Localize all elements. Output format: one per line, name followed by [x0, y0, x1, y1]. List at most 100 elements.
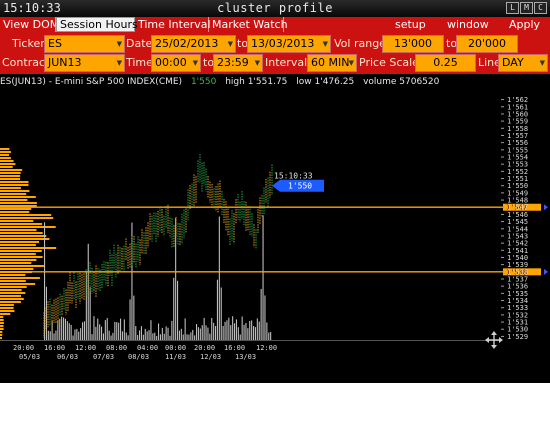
profile-bar	[0, 169, 23, 171]
profile-bar	[0, 196, 36, 198]
profile-bar	[0, 334, 3, 336]
profile-bar	[0, 226, 56, 228]
time-from-select[interactable]: 00:00 ▼	[151, 54, 201, 72]
volume-bar	[226, 320, 228, 340]
volume-bar	[222, 326, 224, 340]
volume-bar	[121, 331, 123, 340]
window-menu-button[interactable]: window	[444, 17, 492, 32]
volume-bar	[112, 332, 114, 340]
time-interval-button[interactable]: Time Interval	[135, 17, 211, 32]
volume-bar	[266, 322, 268, 340]
volume-bar	[139, 330, 141, 340]
view-dom-button[interactable]: View DOM	[0, 17, 59, 32]
profile-bar	[0, 295, 21, 297]
layout-l-button[interactable]: L	[506, 2, 519, 14]
volume-bar	[82, 322, 84, 340]
x-time-label: 00:00	[165, 344, 186, 352]
interval-select[interactable]: 60 MIN ▼	[307, 54, 357, 72]
profile-bar	[0, 217, 54, 219]
volume-bar	[232, 316, 234, 340]
volume-bar	[118, 322, 120, 340]
profile-bar	[0, 310, 15, 312]
volume-bar	[74, 329, 76, 340]
profile-bar	[0, 163, 16, 165]
date-from-select[interactable]: 25/02/2013 ▼	[151, 35, 236, 53]
profile-bar	[0, 181, 29, 183]
volume-bar	[171, 320, 173, 340]
volume-bar	[264, 295, 266, 340]
volume-bar	[161, 327, 163, 340]
volume-bar	[101, 326, 103, 340]
volume-bar	[190, 332, 192, 340]
volume-bar	[207, 327, 209, 340]
volume-bar	[108, 330, 110, 340]
price-scale-field[interactable]: 0.25	[415, 54, 476, 72]
volume-bar	[235, 319, 237, 340]
profile-bar	[0, 313, 11, 315]
profile-bar	[0, 193, 27, 195]
volume-bar	[188, 334, 190, 340]
line-select[interactable]: DAY ▼	[498, 54, 548, 72]
volume-bar	[220, 287, 222, 340]
volume-bar	[251, 320, 253, 340]
volume-bar	[59, 318, 61, 340]
layout-m-button[interactable]: M	[520, 2, 533, 14]
x-time-label: 20:00	[13, 344, 34, 352]
volume-bar	[150, 320, 152, 340]
volume-bar	[125, 332, 127, 340]
volume-bar	[228, 317, 230, 340]
volume-bar	[209, 333, 211, 340]
chevron-down-icon: ▼	[539, 59, 545, 67]
x-time-label: 16:00	[44, 344, 65, 352]
volume-bar	[175, 218, 177, 340]
market-watch-button[interactable]: Market Watch	[209, 17, 288, 32]
profile-bar	[0, 286, 27, 288]
profile-bar	[0, 325, 4, 327]
interval-label: Interval	[265, 56, 308, 69]
setup-button[interactable]: setup	[392, 17, 429, 32]
volume-bar	[234, 323, 236, 340]
profile-bar	[0, 280, 26, 282]
time-marker-label: 15:10:33	[274, 172, 313, 181]
app-window: 15:10:33 cluster profile L M C View DOM …	[0, 0, 550, 383]
volume-bar	[140, 326, 142, 340]
time-to-select[interactable]: 23:59 ▼	[213, 54, 263, 72]
volume-bar	[55, 330, 57, 340]
date-to-select[interactable]: 13/03/2013 ▼	[247, 35, 331, 53]
close-c-button[interactable]: C	[534, 2, 547, 14]
candles	[43, 153, 273, 338]
volume-bar	[142, 334, 144, 340]
profile-bar	[0, 232, 43, 234]
ticker-select[interactable]: ES ▼	[44, 35, 125, 53]
volume-bar	[186, 334, 188, 340]
vol-to-field[interactable]: 20'000	[456, 35, 518, 53]
profile-bar	[0, 208, 32, 210]
volume-bar	[239, 334, 241, 340]
x-date-label: 11/03	[165, 353, 186, 361]
profile-bar	[0, 268, 34, 270]
chevron-down-icon: ▼	[227, 40, 233, 48]
contract-select[interactable]: JUN13 ▼	[44, 54, 125, 72]
volume-bar	[72, 335, 74, 340]
volume-bar	[241, 316, 243, 340]
profile-bar	[0, 211, 30, 213]
volume-bar	[102, 333, 104, 340]
vol-from-field[interactable]: 13'000	[382, 35, 444, 53]
profile-bar	[0, 265, 44, 267]
volume-bar	[165, 326, 167, 340]
contract-label: Contract	[2, 56, 50, 69]
profile-bar	[0, 316, 4, 318]
volume-bar	[230, 325, 232, 340]
chevron-down-icon: ▼	[254, 59, 260, 67]
volume-bar	[245, 323, 247, 340]
profile-bar	[0, 160, 14, 162]
session-hours-button[interactable]: Session Hours	[56, 17, 138, 32]
contract-value: JUN13	[48, 56, 82, 69]
apply-button[interactable]: Apply	[506, 17, 543, 32]
profile-bar	[0, 190, 30, 192]
profile-bar	[0, 250, 42, 252]
price-chart[interactable]: 1'5471'538 1'5621'5611'5601'5591'5581'55…	[0, 88, 550, 383]
profile-bar	[0, 178, 20, 180]
chart-symbol: ES(JUN13) - E-mini S&P 500 INDEX(CME)	[0, 77, 183, 87]
volume-bar	[80, 328, 82, 340]
